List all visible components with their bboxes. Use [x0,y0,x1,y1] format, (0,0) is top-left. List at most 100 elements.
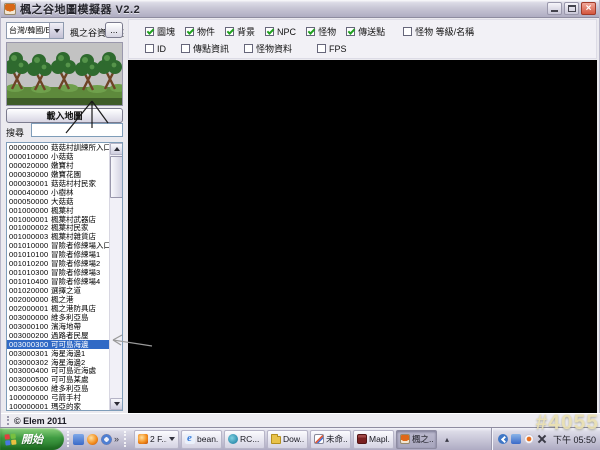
checkbox-label: 背景 [237,27,256,37]
list-item[interactable]: 001010000 冒險者修練場入口 [7,241,109,250]
list-item[interactable]: 000020000 嫩寶村 [7,161,109,170]
checkbox-box[interactable] [244,44,254,53]
checkbox-label: 傳點資訊 [193,44,230,54]
checkbox-item[interactable]: NPC [265,27,296,37]
map-id: 003000301 [9,348,49,358]
task-label: 未命... [326,434,347,444]
toolbar-grip[interactable] [67,431,70,447]
checkbox-box[interactable] [145,27,154,36]
map-id: 000030001 [9,178,49,188]
map-id: 001000003 [9,232,49,242]
hide-icons-chevron-icon[interactable] [497,434,508,444]
checkbox-box[interactable] [403,27,413,36]
map-name: 維多利亞島 [51,384,89,394]
checkbox-item[interactable]: 怪物 等級/名稱 [403,25,474,38]
checkbox-item[interactable]: 圖塊 [145,25,175,38]
checkbox-box[interactable] [145,44,154,53]
taskbar-task-firefox[interactable]: 2 F... [134,429,180,449]
checkbox-label: 怪物資料 [256,44,293,54]
list-item[interactable]: 001000000 楓葉村 [7,206,109,215]
minimize-button[interactable] [547,2,562,15]
title-bar[interactable]: 楓之谷地圖模擬器 V2.2 × [1,0,599,18]
taskbar-task-maple[interactable]: 楓之... [396,429,438,449]
taskbar-task-books[interactable]: Mapl... [353,429,395,449]
chevron-down-icon[interactable] [49,23,63,38]
checkbox-label: 傳送點 [358,27,386,37]
list-item[interactable]: 000030000 嫩寶花園 [7,170,109,179]
list-item[interactable]: 003000301 海星海邊1 [7,349,109,358]
checkbox-box[interactable] [265,27,275,36]
list-item[interactable]: 003000600 維多利亞島 [7,384,109,393]
taskbar-task-ie[interactable]: bean... [181,429,223,449]
checkbox-item[interactable]: ID [145,44,166,54]
triangle-down-icon [113,402,120,406]
scroll-up-button[interactable] [110,143,122,155]
browse-folder-button[interactable]: ... [105,22,123,38]
list-item[interactable]: 100000001 瑪亞的家 [7,402,109,410]
toolbar-grip[interactable] [124,431,127,447]
taskbar-task-paint[interactable]: 未命... [310,429,352,449]
list-item[interactable]: 002000001 楓之港防具店 [7,304,109,313]
close-button[interactable]: × [581,2,596,15]
overflow-chevron-icon[interactable]: » [112,434,121,444]
taskbar-task-rc[interactable]: RC... [224,429,266,449]
list-item[interactable]: 003000000 維多利亞島 [7,313,109,322]
taskbar-clock[interactable]: 下午 05:50 [553,433,596,446]
list-item[interactable]: 001010100 冒險者修練場1 [7,250,109,259]
options-row-2: ID 傳點資訊 怪物資料 FPS [145,42,347,55]
list-item[interactable]: 001020000 選擇之道 [7,286,109,295]
language-bar-icon[interactable]: ▴ [445,435,449,444]
checkbox-item[interactable]: 怪物資料 [244,42,292,55]
list-item[interactable]: 000010000 小菇菇 [7,152,109,161]
taskbar-task-folder[interactable]: Dow... [267,429,309,449]
checkbox-item[interactable]: 背景 [225,25,255,38]
map-render-canvas[interactable] [128,60,597,413]
media-player-icon[interactable] [101,433,112,445]
checkbox-box[interactable] [317,44,327,53]
maximize-button[interactable] [564,2,579,15]
scrollbar-thumb[interactable] [110,156,122,198]
checkbox-item[interactable]: 傳點資訊 [181,42,229,55]
search-input[interactable] [31,123,123,137]
messenger-tray-icon[interactable] [510,434,521,444]
checkbox-item[interactable]: 傳送點 [346,25,385,38]
list-item[interactable]: 000030001 菇菇村村民家 [7,179,109,188]
map-name: 過路者民屋 [51,330,89,340]
list-item[interactable]: 001010400 冒險者修練場4 [7,277,109,286]
checkbox-box[interactable] [346,27,356,36]
firefox-icon[interactable] [87,433,98,445]
checkbox-box[interactable] [306,27,316,36]
list-item[interactable]: 001010300 冒險者修練場3 [7,268,109,277]
checkbox-item[interactable]: 怪物 [306,25,336,38]
list-item[interactable]: 001010200 冒險者修練場2 [7,259,109,268]
checkbox-box[interactable] [225,27,235,36]
checkbox-box[interactable] [185,27,195,36]
list-item[interactable]: 000050000 大菇菇 [7,197,109,206]
list-item[interactable]: 003000100 濱海地帶 [7,322,109,331]
list-item[interactable]: 000040000 小樹林 [7,188,109,197]
map-id: 001010200 [9,259,49,269]
region-select[interactable]: 台灣/韓國/E [6,22,64,39]
load-map-button[interactable]: 載入地圖 [6,108,123,123]
list-item[interactable]: 003000500 可可島某處 [7,375,109,384]
list-item[interactable]: 001000003 楓葉村雜貨店 [7,232,109,241]
list-item[interactable]: 100000000 弓箭手村 [7,393,109,402]
checkbox-item[interactable]: 物件 [185,25,215,38]
task-buttons: 2 F... bean... RC... Dow... 未命... Mapl... 楓之..… [134,429,438,449]
list-item[interactable]: 003000200 過路者民屋 [7,331,109,340]
scroll-down-button[interactable] [110,398,122,410]
map-id: 003000200 [9,330,49,340]
list-item[interactable]: 003000300 可可島海邊 [7,339,109,349]
list-scrollbar[interactable] [109,143,122,410]
map-name: 楓之港 [51,294,74,304]
app-mushroom-icon [4,2,16,15]
list-item[interactable]: 000000000 菇菇村訓練所入口 [7,143,109,152]
start-button[interactable]: 開始 [0,428,64,450]
checkbox-box[interactable] [181,44,190,53]
browser-icon[interactable] [73,433,84,445]
map-id: 003000600 [9,384,49,394]
list-item[interactable]: 002000000 楓之港 [7,295,109,304]
checkbox-item[interactable]: FPS [317,44,347,54]
update-tray-icon[interactable] [523,434,534,444]
misc-tray-icon[interactable] [537,434,547,444]
